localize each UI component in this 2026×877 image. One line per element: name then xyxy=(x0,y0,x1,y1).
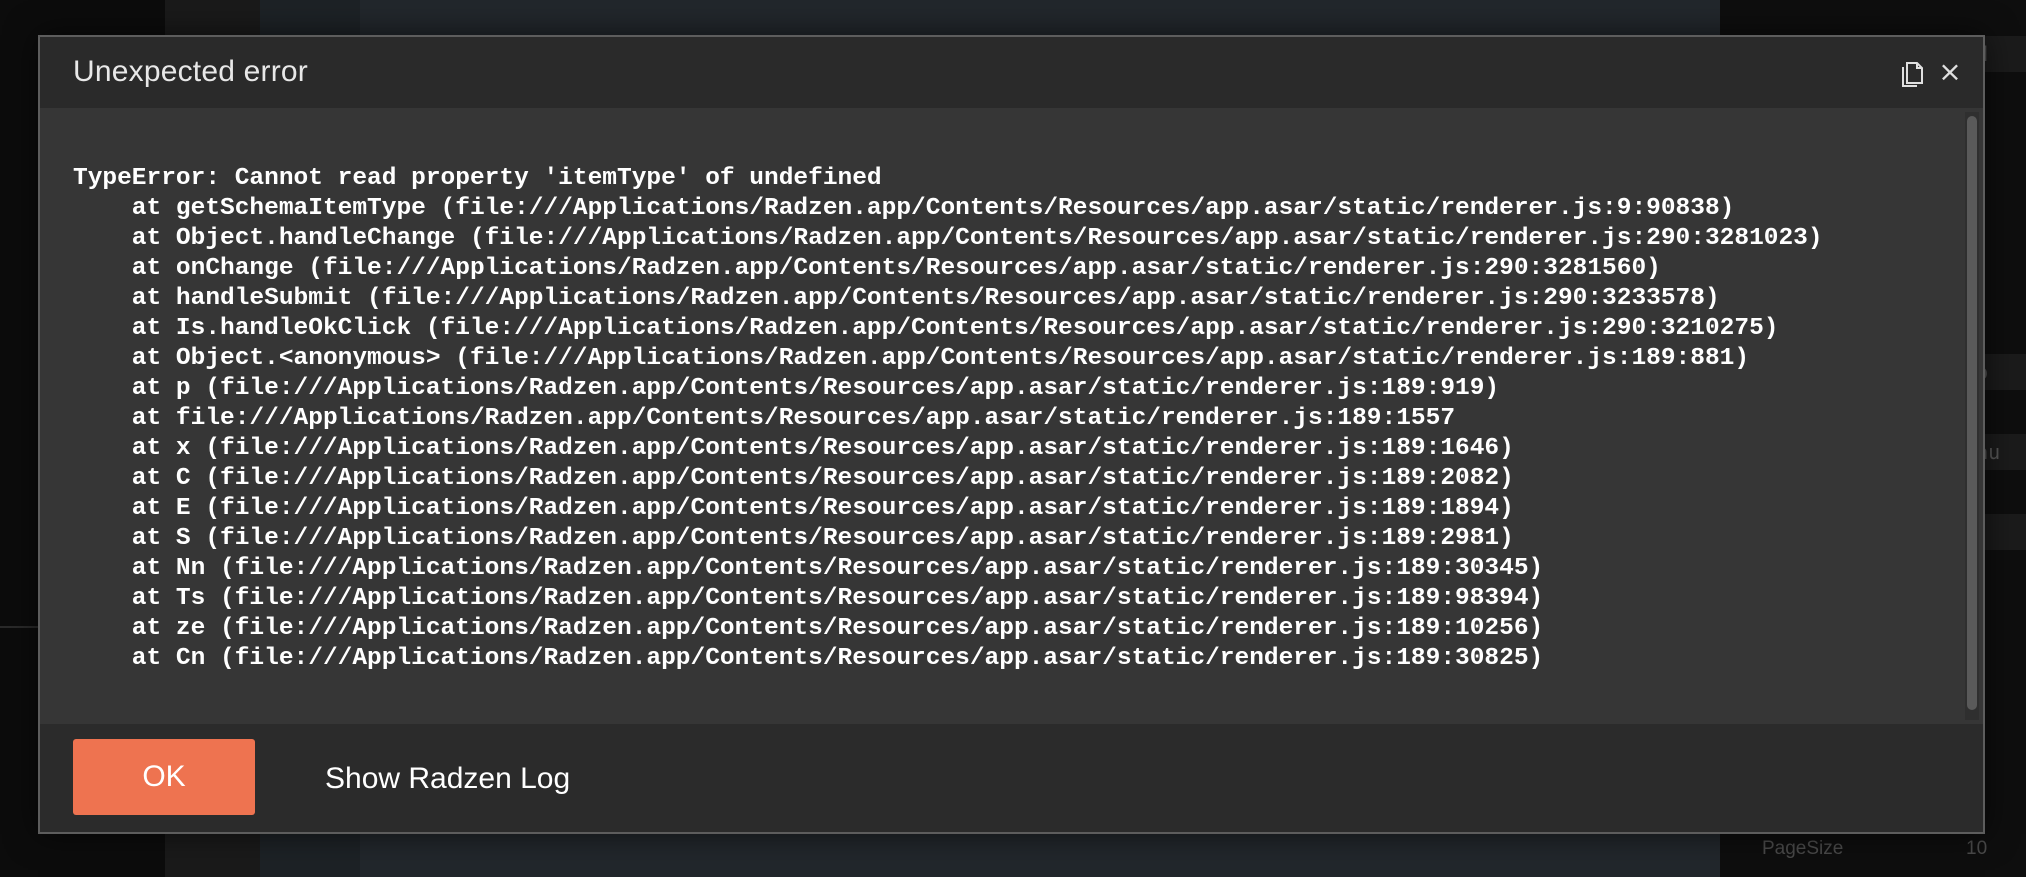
stack-frame: at C (file:///Applications/Radzen.app/Co… xyxy=(73,465,1514,492)
dialog-header: Unexpected error × xyxy=(40,37,1983,108)
background-pagesize-label: PageSize xyxy=(1762,838,1844,859)
scrollbar-thumb[interactable] xyxy=(1967,116,1977,710)
error-stack-trace: TypeError: Cannot read property 'itemTyp… xyxy=(73,164,1823,674)
stack-frame: at Object.handleChange (file:///Applicat… xyxy=(73,225,1823,252)
scrollbar[interactable] xyxy=(1965,112,1979,720)
stack-frame: at Nn (file:///Applications/Radzen.app/C… xyxy=(73,555,1544,582)
stack-frame: at Cn (file:///Applications/Radzen.app/C… xyxy=(73,645,1544,672)
stack-frame: at handleSubmit (file:///Applications/Ra… xyxy=(73,285,1720,312)
stack-frame: at onChange (file:///Applications/Radzen… xyxy=(73,255,1661,282)
dialog-footer: OK Show Radzen Log xyxy=(40,724,1983,832)
copy-icon[interactable] xyxy=(1900,59,1926,87)
stack-frame: at ze (file:///Applications/Radzen.app/C… xyxy=(73,615,1544,642)
stack-frame: at Ts (file:///Applications/Radzen.app/C… xyxy=(73,585,1544,612)
stack-frame: at Object.<anonymous> (file:///Applicati… xyxy=(73,345,1750,372)
stack-frame: at S (file:///Applications/Radzen.app/Co… xyxy=(73,525,1514,552)
background-divider xyxy=(0,626,40,628)
stack-frame: at x (file:///Applications/Radzen.app/Co… xyxy=(73,435,1514,462)
show-log-button[interactable]: Show Radzen Log xyxy=(325,762,570,796)
stack-frame: at E (file:///Applications/Radzen.app/Co… xyxy=(73,495,1514,522)
stack-frame: at file:///Applications/Radzen.app/Conte… xyxy=(73,405,1456,432)
error-details: TypeError: Cannot read property 'itemTyp… xyxy=(40,108,1983,724)
stack-frame: at Is.handleOkClick (file:///Application… xyxy=(73,315,1779,342)
stack-frame: at p (file:///Applications/Radzen.app/Co… xyxy=(73,375,1500,402)
stack-frame: at getSchemaItemType (file:///Applicatio… xyxy=(73,195,1735,222)
background-pagesize-value: 10 xyxy=(1966,838,1988,859)
dialog-title: Unexpected error xyxy=(73,55,308,88)
error-message: TypeError: Cannot read property 'itemTyp… xyxy=(73,165,882,192)
close-icon[interactable]: × xyxy=(1938,57,1962,87)
error-dialog: Unexpected error × TypeError: Cannot rea… xyxy=(38,35,1985,834)
ok-button[interactable]: OK xyxy=(73,739,255,815)
